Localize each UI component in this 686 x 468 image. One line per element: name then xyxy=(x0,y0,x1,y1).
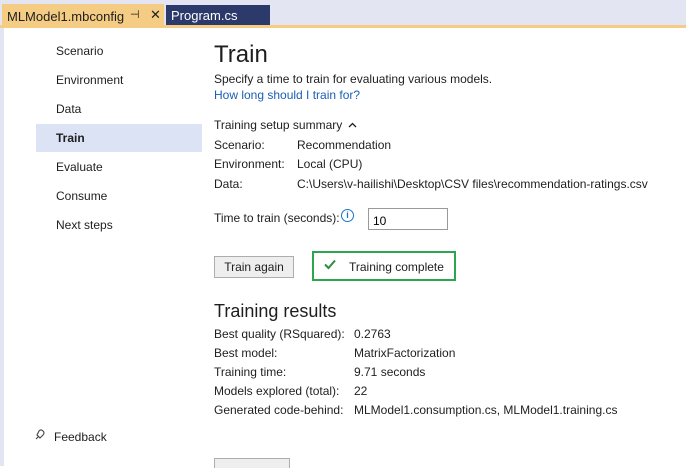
summary-header-label: Training setup summary xyxy=(214,118,343,132)
nav-item-consume[interactable]: Consume xyxy=(36,182,202,210)
result-value-best-quality: 0.2763 xyxy=(354,327,391,341)
nav-item-label: Environment xyxy=(56,73,124,87)
next-button-partial[interactable] xyxy=(214,458,290,468)
nav-item-label: Train xyxy=(56,131,85,145)
summary-toggle[interactable]: Training setup summary xyxy=(214,118,357,132)
training-status: Training complete xyxy=(312,251,456,281)
nav-item-scenario[interactable]: Scenario xyxy=(36,37,202,65)
help-link[interactable]: How long should I train for? xyxy=(214,88,360,102)
status-text: Training complete xyxy=(349,260,444,274)
result-label-models-explored: Models explored (total): xyxy=(214,384,340,398)
summary-label-environment: Environment: xyxy=(214,157,285,171)
nav-item-label: Scenario xyxy=(56,44,104,58)
info-icon[interactable]: i xyxy=(341,209,354,222)
tab-label: Program.cs xyxy=(171,8,238,23)
pin-icon[interactable]: ⊣ xyxy=(130,8,140,21)
checkmark-icon xyxy=(323,257,337,274)
summary-value-data: C:\Users\v-hailishi\Desktop\CSV files\re… xyxy=(297,177,648,191)
nav-item-evaluate[interactable]: Evaluate xyxy=(36,153,202,181)
nav-item-label: Data xyxy=(56,102,82,116)
feedback-icon xyxy=(34,428,48,444)
result-value-training-time: 9.71 seconds xyxy=(354,365,426,379)
nav-item-train[interactable]: Train xyxy=(36,124,202,152)
nav-item-label: Next steps xyxy=(56,218,113,232)
train-again-button[interactable]: Train again xyxy=(214,256,294,278)
document-tab-bar: MLModel1.mbconfig ⊣ ✕ Program.cs xyxy=(0,0,686,28)
result-label-code-behind: Generated code-behind: xyxy=(214,403,344,417)
summary-label-scenario: Scenario: xyxy=(214,138,265,152)
time-to-train-label: Time to train (seconds): xyxy=(214,211,340,225)
feedback-link[interactable]: Feedback xyxy=(34,428,107,444)
close-icon[interactable]: ✕ xyxy=(150,7,161,23)
page-title: Train xyxy=(214,41,268,68)
summary-value-scenario: Recommendation xyxy=(297,138,392,152)
result-label-training-time: Training time: xyxy=(214,365,287,379)
result-value-best-model: MatrixFactorization xyxy=(354,346,456,360)
tab-label: MLModel1.mbconfig xyxy=(7,9,125,24)
nav-item-label: Evaluate xyxy=(56,160,103,174)
result-value-code-behind: MLModel1.consumption.cs, MLModel1.traini… xyxy=(354,403,618,417)
chevron-up-icon xyxy=(348,120,357,131)
tab-program-cs[interactable]: Program.cs xyxy=(166,5,270,25)
nav-item-data[interactable]: Data xyxy=(36,95,202,123)
left-edge xyxy=(0,28,4,466)
summary-label-data: Data: xyxy=(214,177,243,191)
nav-item-next-steps[interactable]: Next steps xyxy=(36,211,202,239)
tab-mlmodel1-mbconfig[interactable]: MLModel1.mbconfig ⊣ ✕ xyxy=(2,4,164,28)
result-label-best-model: Best model: xyxy=(214,346,278,360)
result-value-models-explored: 22 xyxy=(354,384,368,398)
nav-item-label: Consume xyxy=(56,189,108,203)
page-subtitle: Specify a time to train for evaluating v… xyxy=(214,72,493,86)
feedback-label: Feedback xyxy=(54,430,107,444)
result-label-best-quality: Best quality (RSquared): xyxy=(214,327,345,341)
results-title: Training results xyxy=(214,301,337,321)
time-to-train-input[interactable] xyxy=(368,208,448,230)
nav-item-environment[interactable]: Environment xyxy=(36,66,202,94)
summary-value-environment: Local (CPU) xyxy=(297,157,363,171)
